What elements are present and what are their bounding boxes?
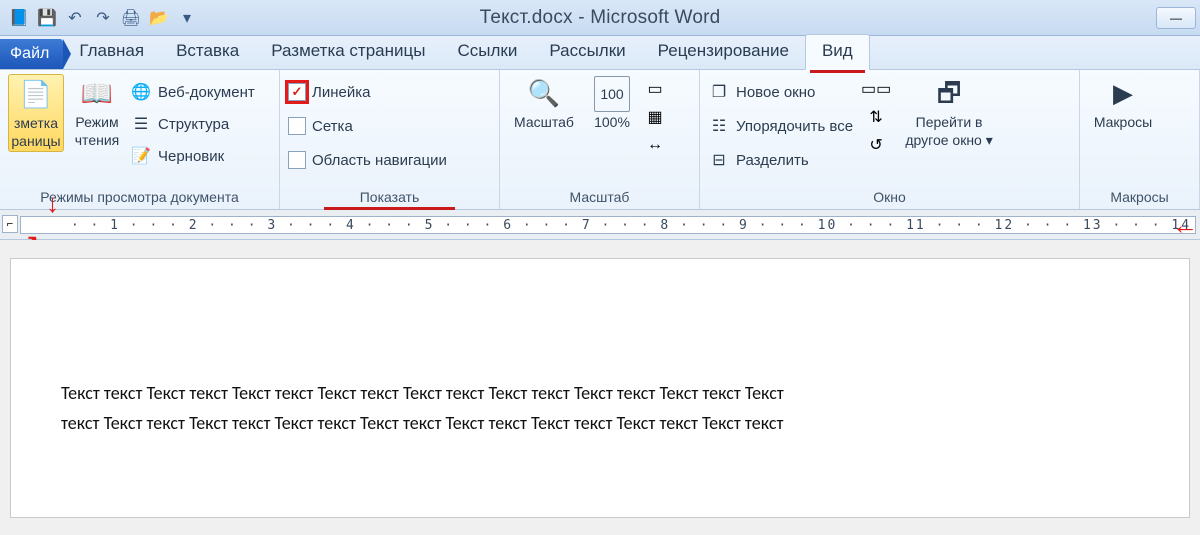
book-icon: 📖 <box>79 76 115 112</box>
ruler-area: ⌐ · · 1 · · · 2 · · · 3 · · · 4 · · · 5 … <box>0 210 1200 240</box>
outline-button[interactable]: ☰ Структура <box>130 110 255 138</box>
group-zoom: 🔍 Масштаб 100 100% ▭ ▦ ↔ Масштаб <box>500 70 700 209</box>
macros-label: Макросы <box>1094 114 1152 130</box>
sync-scroll-icon[interactable]: ⇅ <box>865 106 887 128</box>
group-macros: ▶ Макросы Макросы <box>1080 70 1200 209</box>
tab-mailings[interactable]: Рассылки <box>533 35 641 69</box>
print-icon[interactable]: 🖨 <box>118 5 144 31</box>
magnifier-icon: 🔍 <box>526 76 562 112</box>
checkbox-icon <box>288 117 306 135</box>
zoom-100-button[interactable]: 100 100% <box>584 74 640 130</box>
zoom-100-label: 100% <box>594 114 630 130</box>
new-window-label: Новое окно <box>736 84 815 101</box>
open-icon[interactable]: 📂 <box>146 5 172 31</box>
qat-more-icon[interactable]: ▾ <box>174 5 200 31</box>
draft-button[interactable]: 📝 Черновик <box>130 142 255 170</box>
group-window: ❐ Новое окно ☷ Упорядочить все ⊟ Раздели… <box>700 70 1080 209</box>
one-page-icon[interactable]: ▭ <box>644 78 666 100</box>
annotation-arrow-down: ↓ <box>46 190 59 216</box>
arrange-label: Упорядочить все <box>736 118 853 135</box>
window-controls: — <box>1156 7 1200 29</box>
new-window-icon: ❐ <box>708 81 730 103</box>
ribbon: 📄 зметка раницы 📖 Режим чтения 🌐 Веб-док… <box>0 70 1200 210</box>
macros-button[interactable]: ▶ Макросы <box>1088 74 1158 130</box>
gridlines-label: Сетка <box>312 118 353 135</box>
ruler-label: Линейка <box>312 84 370 101</box>
tab-home[interactable]: Главная <box>63 35 160 69</box>
split-label: Разделить <box>736 152 809 169</box>
two-pages-icon[interactable]: ▦ <box>644 106 666 128</box>
checkbox-icon <box>288 83 306 101</box>
checkbox-icon <box>288 151 306 169</box>
zoom-button[interactable]: 🔍 Масштаб <box>508 74 580 130</box>
group-label-window: Окно <box>700 187 1079 209</box>
switch-label-1: Перейти в <box>916 114 983 130</box>
draft-label: Черновик <box>158 148 224 165</box>
hundred-icon: 100 <box>594 76 630 112</box>
print-layout-button[interactable]: 📄 зметка раницы <box>8 74 64 152</box>
minimize-button[interactable]: — <box>1156 7 1196 29</box>
group-label-show: Показать <box>280 187 499 209</box>
split-button[interactable]: ⊟ Разделить <box>708 146 853 174</box>
tab-references[interactable]: Ссылки <box>441 35 533 69</box>
redo-icon[interactable]: ↷ <box>90 5 116 31</box>
switch-label-2: другое окно ▾ <box>905 132 992 148</box>
ribbon-tabs: Файл Главная Вставка Разметка страницы С… <box>0 36 1200 70</box>
undo-icon[interactable]: ↶ <box>62 5 88 31</box>
page[interactable]: Текст текст Текст текст Текст текст Текс… <box>10 258 1190 518</box>
view-side-by-side-icon[interactable]: ▭▭ <box>865 78 887 100</box>
title-bar: 📘 💾 ↶ ↷ 🖨 📂 ▾ Текст.docx - Microsoft Wor… <box>0 0 1200 36</box>
gridlines-checkbox[interactable]: Сетка <box>288 112 447 140</box>
web-layout-button[interactable]: 🌐 Веб-документ <box>130 78 255 106</box>
horizontal-ruler[interactable]: · · 1 · · · 2 · · · 3 · · · 4 · · · 5 · … <box>20 216 1196 234</box>
ruler-scale: · · 1 · · · 2 · · · 3 · · · 4 · · · 5 · … <box>61 217 1195 233</box>
annotation-arrow-left: ← <box>1172 212 1198 238</box>
new-window-button[interactable]: ❐ Новое окно <box>708 78 853 106</box>
arrange-icon: ☷ <box>708 115 730 137</box>
group-label-macros: Макросы <box>1080 187 1199 209</box>
tab-view[interactable]: Вид <box>805 34 870 70</box>
group-show: Линейка Сетка Область навигации Показать <box>280 70 500 209</box>
document-viewport[interactable]: Текст текст Текст текст Текст текст Текс… <box>0 240 1200 535</box>
tab-selector[interactable]: ⌐ <box>2 215 18 233</box>
web-layout-label: Веб-документ <box>158 84 255 101</box>
reset-window-icon[interactable]: ↺ <box>865 134 887 156</box>
windows-icon: 🗗 <box>931 76 967 112</box>
outline-icon: ☰ <box>130 113 152 135</box>
reading-label-1: Режим <box>75 114 118 130</box>
paragraph-line: текст Текст текст Текст текст Текст текс… <box>61 409 1151 439</box>
tab-insert[interactable]: Вставка <box>160 35 255 69</box>
globe-icon: 🌐 <box>130 81 152 103</box>
quick-access-toolbar: 📘 💾 ↶ ↷ 🖨 📂 ▾ <box>0 5 200 31</box>
word-icon[interactable]: 📘 <box>6 5 32 31</box>
navigation-checkbox[interactable]: Область навигации <box>288 146 447 174</box>
macros-icon: ▶ <box>1105 76 1141 112</box>
draft-icon: 📝 <box>130 145 152 167</box>
group-label-zoom: Масштаб <box>500 187 699 209</box>
save-icon[interactable]: 💾 <box>34 5 60 31</box>
navigation-label: Область навигации <box>312 152 447 169</box>
reading-mode-button[interactable]: 📖 Режим чтения <box>68 74 126 148</box>
ruler-checkbox[interactable]: Линейка <box>288 78 447 106</box>
print-layout-label-2: раницы <box>11 133 60 149</box>
switch-windows-button[interactable]: 🗗 Перейти в другое окно ▾ <box>899 74 999 148</box>
split-icon: ⊟ <box>708 149 730 171</box>
group-label-views: Режимы просмотра документа <box>0 187 279 209</box>
reading-label-2: чтения <box>75 132 119 148</box>
arrange-all-button[interactable]: ☷ Упорядочить все <box>708 112 853 140</box>
page-width-icon[interactable]: ↔ <box>644 134 666 156</box>
paragraph-line: Текст текст Текст текст Текст текст Текс… <box>61 379 1151 409</box>
group-document-views: 📄 зметка раницы 📖 Режим чтения 🌐 Веб-док… <box>0 70 280 209</box>
tab-page-layout[interactable]: Разметка страницы <box>255 35 441 69</box>
print-layout-label-1: зметка <box>14 115 58 131</box>
file-tab[interactable]: Файл <box>0 39 63 69</box>
zoom-label: Масштаб <box>514 114 574 130</box>
page-icon: 📄 <box>18 77 54 113</box>
outline-label: Структура <box>158 116 229 133</box>
tab-review[interactable]: Рецензирование <box>642 35 805 69</box>
